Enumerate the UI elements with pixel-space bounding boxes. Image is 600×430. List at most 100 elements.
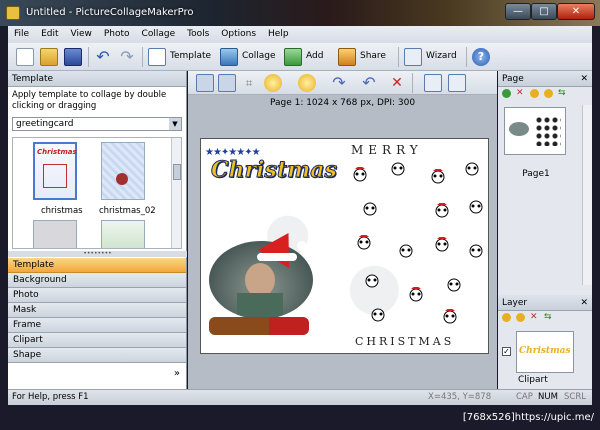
layer-panel-title: Layer [502, 298, 528, 308]
cat-frame[interactable]: Frame [8, 318, 186, 333]
template-icon[interactable] [148, 48, 166, 66]
minimize-button[interactable]: — [505, 3, 531, 20]
menu-options[interactable]: Options [215, 26, 262, 43]
menu-help[interactable]: Help [262, 26, 295, 43]
align-icon[interactable] [424, 74, 442, 92]
more-button[interactable]: » [174, 368, 180, 379]
rotate-left-icon[interactable]: ↶ [360, 74, 378, 92]
layer-thumbnail[interactable]: Christmas [516, 331, 574, 373]
template-panel: Template Apply template to collage by do… [8, 71, 187, 389]
add-icon[interactable] [284, 48, 302, 66]
collage-icon[interactable] [220, 48, 238, 66]
chevron-down-icon[interactable]: ▼ [169, 118, 181, 130]
maximize-button[interactable]: □ [531, 3, 557, 20]
share-button[interactable]: Share [360, 51, 386, 61]
canvas-toolbar: ⌗ ↷ ↶ ✕ [188, 71, 497, 95]
toolbar-divider [466, 47, 467, 67]
save-icon[interactable] [64, 48, 82, 66]
cat-shape[interactable]: Shape [8, 348, 186, 363]
layer-refresh-icon[interactable]: ⇆ [544, 313, 553, 322]
crop-icon[interactable]: ⌗ [240, 74, 258, 92]
template-panel-header: Template [8, 71, 186, 87]
delete-page-icon[interactable]: ✕ [516, 89, 525, 98]
layer-panel-close-icon[interactable]: ✕ [580, 295, 588, 311]
layout-icon[interactable] [196, 74, 214, 92]
page-up-icon[interactable] [530, 89, 539, 98]
bring-forward-icon[interactable] [264, 74, 282, 92]
template-button[interactable]: Template [170, 51, 211, 61]
santa-hat-brim [257, 253, 297, 261]
panda-clipart [433, 235, 451, 253]
close-button[interactable]: ✕ [557, 3, 595, 20]
toolbar-divider [412, 73, 413, 93]
size-icon[interactable] [448, 74, 466, 92]
layer-visible-checkbox[interactable]: ✓ [502, 347, 511, 356]
cat-mask[interactable]: Mask [8, 303, 186, 318]
cat-clipart[interactable]: Clipart [8, 333, 186, 348]
undo-icon[interactable]: ↶ [94, 48, 112, 66]
panda-clipart [389, 161, 407, 177]
layer-up-icon[interactable] [502, 313, 511, 322]
image-caption-strip: [768x526]https://upic.me/ [0, 405, 600, 430]
category-dropdown[interactable]: greetingcard ▼ [12, 117, 182, 131]
panda-clipart [407, 285, 425, 303]
scrollbar-thumb[interactable] [173, 164, 181, 180]
rotate-right-icon[interactable]: ↷ [330, 74, 348, 92]
app-icon [6, 6, 20, 20]
wizard-button[interactable]: Wizard [426, 51, 457, 61]
menu-tools[interactable]: Tools [181, 26, 215, 43]
menu-file[interactable]: File [8, 26, 35, 43]
open-icon[interactable] [40, 48, 58, 66]
cat-photo[interactable]: Photo [8, 288, 186, 303]
menu-photo[interactable]: Photo [98, 26, 136, 43]
template-label-christmas: christmas [41, 206, 83, 216]
template-thumbnails: Christmas christmas christmas_02 [12, 137, 182, 249]
panda-clipart [397, 243, 415, 259]
christmas-headline: Christmas [211, 157, 338, 184]
delete-icon[interactable]: ✕ [388, 74, 406, 92]
delete-layer-icon[interactable]: ✕ [530, 313, 539, 322]
collage-canvas[interactable]: MERRY ★★✦★★✦★ Christmas CHRISTMAS [200, 138, 489, 354]
panda-clipart [351, 165, 369, 183]
page-label: Page1 [522, 169, 550, 179]
page-scrollbar[interactable] [582, 105, 592, 285]
page-thumbnail[interactable] [504, 107, 566, 155]
template-thumb-4[interactable] [101, 220, 145, 248]
menu-edit[interactable]: Edit [35, 26, 64, 43]
toolbar-divider [142, 47, 143, 67]
redo-icon[interactable]: ↷ [118, 48, 136, 66]
panda-clipart [433, 201, 451, 219]
menu-view[interactable]: View [65, 26, 98, 43]
canvas-info: Page 1: 1024 x 768 px, DPI: 300 [269, 98, 416, 108]
template-thumb-3[interactable] [33, 220, 77, 248]
collage-button[interactable]: Collage [242, 51, 276, 61]
help-icon[interactable]: ? [472, 48, 490, 66]
new-icon[interactable] [16, 48, 34, 66]
category-list: Template Background Photo Mask Frame Cli… [8, 258, 186, 363]
menu-collage[interactable]: Collage [136, 26, 182, 43]
thumbnail-scrollbar[interactable] [171, 138, 181, 248]
share-icon[interactable] [338, 48, 356, 66]
refresh-icon[interactable]: ⇆ [558, 89, 567, 98]
send-backward-icon[interactable] [298, 74, 316, 92]
template-thumb-christmas-02[interactable] [101, 142, 145, 200]
santa-hat-pompom [297, 241, 307, 251]
page-down-icon[interactable] [544, 89, 553, 98]
wizard-icon[interactable] [404, 48, 422, 66]
cat-template[interactable]: Template [8, 258, 186, 273]
cat-background[interactable]: Background [8, 273, 186, 288]
add-button[interactable]: Add [306, 51, 323, 61]
page-panel-close-icon[interactable]: ✕ [580, 71, 588, 87]
panda-clipart [369, 307, 387, 323]
panda-clipart [467, 243, 485, 259]
category-value: greetingcard [16, 119, 74, 129]
title-bar: Untitled - PictureCollageMakerPro — □ ✕ [0, 0, 600, 26]
layer-down-icon[interactable] [516, 313, 525, 322]
template-thumb-christmas[interactable]: Christmas [33, 142, 77, 200]
reindeer-sleigh [209, 317, 309, 335]
status-cap: CAP [516, 392, 533, 402]
panda-clipart [363, 273, 381, 289]
add-page-icon[interactable] [502, 89, 511, 98]
fit-icon[interactable] [218, 74, 236, 92]
splitter[interactable]: •••••••• [8, 251, 187, 257]
